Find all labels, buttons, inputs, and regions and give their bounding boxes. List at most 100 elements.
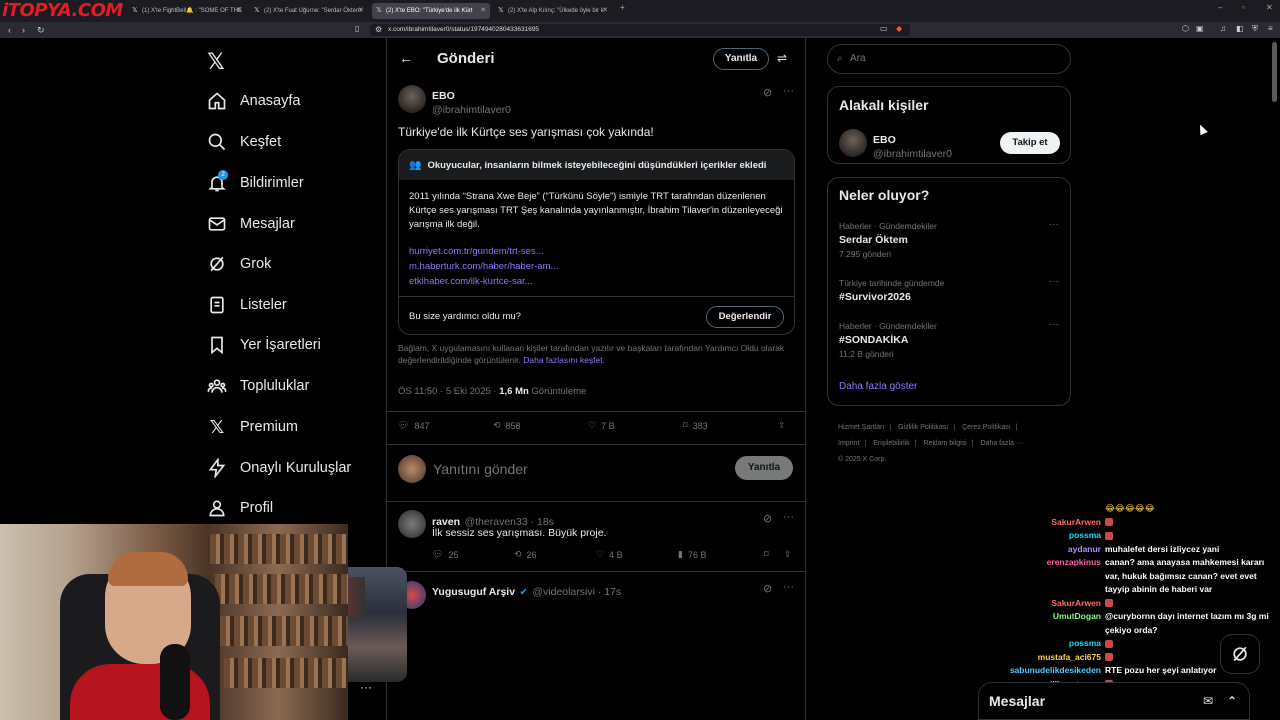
footer-link[interactable]: Hizmet Şartları [838, 424, 884, 431]
nav-item-messages[interactable]: Mesajlar [206, 211, 295, 237]
nav-item-notifications[interactable]: 2 Bildirimler [206, 170, 304, 196]
extensions-icon[interactable]: ⬡ [1182, 24, 1189, 33]
filter-icon[interactable]: ⇌ [777, 51, 787, 65]
like-action[interactable]: ♡ 7 B [588, 420, 683, 431]
reply-action[interactable]: 💬︎ 847 [398, 420, 493, 431]
x-logo-icon[interactable]: 𝕏 [207, 49, 225, 75]
grok-icon[interactable]: ⊘ [763, 86, 772, 99]
note-link[interactable]: etkihaber.com/ilk-kurtce-sar... [409, 274, 784, 289]
footer-link[interactable]: Erişilebilirlik [873, 440, 910, 447]
bookmark-page-icon[interactable]: ▯ [355, 24, 359, 33]
music-icon[interactable]: ♫ [1220, 24, 1226, 33]
reply-input[interactable]: Yanıtını gönder [433, 461, 528, 477]
chat-username[interactable]: sabunudelikdesikeden [985, 664, 1105, 678]
reply-author[interactable]: Yugusuguf Arşiv ✔ @videolarsivi · 17s [432, 582, 621, 600]
retweet-action[interactable]: ⟲ 26 [514, 549, 596, 560]
nav-item-grok[interactable]: Grok [206, 251, 271, 277]
close-icon[interactable]: ✕ [602, 3, 608, 19]
nav-item-explore[interactable]: Keşfet [206, 129, 281, 155]
avatar[interactable] [398, 85, 426, 113]
forward-icon[interactable]: › [22, 22, 25, 38]
related-handle[interactable]: @ibrahimtilaver0 [873, 144, 952, 162]
follow-button[interactable]: Takip et [1000, 132, 1060, 154]
more-icon[interactable]: ··· [783, 511, 794, 523]
nav-item-lists[interactable]: Listeler [206, 292, 287, 318]
trend-item[interactable]: Haberler · Gündemdekiler #SONDAKİKA 11,2… [839, 319, 1059, 359]
new-tab-icon[interactable]: + [620, 3, 625, 12]
retweet-action[interactable]: ⟲ 858 [493, 420, 588, 431]
bookmark-icon[interactable]: ⌑ [764, 549, 784, 560]
like-action[interactable]: ♡ 4 B [596, 549, 678, 560]
back-icon[interactable]: ‹ [8, 22, 11, 38]
brave-shield-icon[interactable]: ◆ [896, 24, 902, 33]
shield-icon[interactable]: ⛨ [1252, 24, 1258, 34]
minimize-icon[interactable]: – [1218, 3, 1222, 12]
maximize-icon[interactable]: ▫ [1242, 3, 1245, 12]
screen-icon[interactable]: ▭ [880, 24, 888, 33]
trend-item[interactable]: Türkiye tarihinde gündemde #Survivor2026… [839, 276, 1059, 303]
browser-tab[interactable]: 𝕏 (2) X'te Alp Kılınç: "Ülkede öyle bir k… [494, 3, 612, 19]
nav-item-bookmarks[interactable]: Yer İşaretleri [206, 332, 321, 358]
nav-item-communities[interactable]: Topluluklar [206, 373, 309, 399]
address-bar[interactable]: ⚙ x.com/ibrahimtilaver0/status/197494028… [370, 24, 910, 36]
chat-username[interactable]: possma [985, 637, 1105, 651]
account-more-icon[interactable]: ··· [360, 680, 372, 694]
note-link[interactable]: m.haberturk.com/haber/haber-am... [409, 259, 784, 274]
browser-tab[interactable]: 𝕏 (2) X'te Fuat Uğurne: "Serdar Öktem ✕ [250, 3, 368, 19]
messages-drawer[interactable]: Mesajlar ✉ ⌃ [978, 682, 1250, 720]
chat-username[interactable]: SakurArwen [985, 516, 1105, 530]
chat-username[interactable]: UmutDogan [985, 610, 1105, 637]
scrollbar[interactable] [1272, 42, 1277, 102]
reply-button[interactable]: Yanıtla [735, 456, 793, 480]
author-handle[interactable]: @ibrahimtilaver0 [432, 100, 511, 118]
footer-link[interactable]: Gizlilik Politikası [898, 424, 948, 431]
views-action[interactable]: ▮ 76 B [678, 549, 764, 560]
reply-action[interactable]: 💬︎ 25 [432, 549, 514, 560]
more-icon[interactable]: ··· [783, 85, 794, 97]
grok-icon[interactable]: ⊘ [763, 512, 772, 525]
share-icon[interactable]: ⇪ [778, 420, 786, 431]
new-message-icon[interactable]: ✉ [1203, 683, 1213, 719]
footer-link[interactable]: Imprint [838, 440, 859, 447]
menu-icon[interactable]: ≡ [1268, 24, 1273, 33]
bookmark-action[interactable]: ⌑ 383 [683, 420, 778, 431]
more-icon[interactable]: ··· [1049, 319, 1059, 330]
chat-username[interactable]: mustafa_aci675 [985, 651, 1105, 665]
close-icon[interactable]: ✕ [358, 3, 364, 19]
chat-username[interactable]: erenzapkinus [985, 556, 1105, 597]
reply-header-button[interactable]: Yanıtla [713, 48, 769, 70]
grok-icon[interactable]: ⊘ [763, 582, 772, 595]
browser-tab[interactable]: 𝕏 (1) X'te FightBell🔔 : "SOME OF THE ✕ [128, 3, 246, 19]
close-icon[interactable]: ✕ [236, 3, 242, 19]
nav-item-profile[interactable]: Profil [206, 495, 273, 521]
show-more-link[interactable]: Daha fazla göster [839, 381, 917, 392]
search-input[interactable]: ⌕ Ara [827, 44, 1071, 74]
expand-icon[interactable]: ⌃ [1227, 683, 1237, 719]
footer-link[interactable]: Reklam bilgisi [924, 440, 967, 447]
trend-item[interactable]: Haberler · Gündemdekiler Serdar Öktem 7.… [839, 219, 1059, 259]
footer-link[interactable]: Çerez Politikası [962, 424, 1011, 431]
footer-link[interactable]: Daha fazla ··· [981, 440, 1023, 447]
more-icon[interactable]: ··· [783, 581, 794, 593]
grok-fab-button[interactable] [1220, 634, 1260, 674]
site-settings-icon[interactable]: ⚙ [375, 24, 382, 36]
nav-item-home[interactable]: Anasayfa [206, 88, 300, 114]
sidebar-toggle-icon[interactable]: ◧ [1236, 24, 1244, 33]
nav-item-verified-orgs[interactable]: Onaylı Kuruluşlar [206, 455, 351, 481]
reload-icon[interactable]: ↻ [37, 22, 45, 38]
browser-tab-active[interactable]: 𝕏 (2) X'te EBO: "Türkiye'de ilk Kürt ✕ [372, 3, 490, 19]
avatar[interactable] [839, 129, 867, 157]
chat-username[interactable]: possma [985, 529, 1105, 543]
more-icon[interactable]: ··· [1049, 276, 1059, 287]
wallet-icon[interactable]: ▣ [1196, 24, 1204, 33]
rate-note-button[interactable]: Değerlendir [706, 306, 784, 328]
chat-username[interactable] [985, 502, 1105, 516]
chat-username[interactable]: SakurArwen [985, 597, 1105, 611]
more-icon[interactable]: ··· [1049, 219, 1059, 230]
close-icon[interactable]: ✕ [480, 3, 486, 19]
share-icon[interactable]: ⇪ [784, 549, 792, 560]
note-link[interactable]: hurriyet.com.tr/gundem/trt-ses... [409, 244, 784, 259]
nav-item-premium[interactable]: 𝕏 Premium [206, 414, 298, 440]
learn-more-link[interactable]: Daha fazlasını keşfet. [523, 355, 605, 365]
back-arrow-icon[interactable]: ← [399, 50, 413, 66]
